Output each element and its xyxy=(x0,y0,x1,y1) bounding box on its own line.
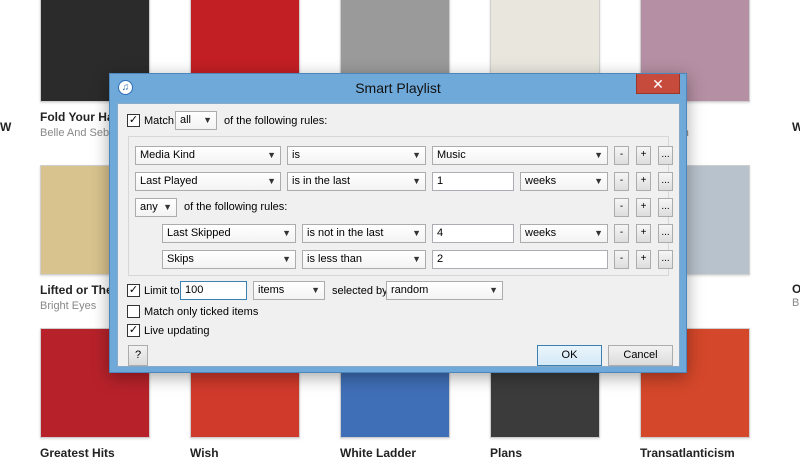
live-updating-label: Live updating xyxy=(144,325,210,337)
remove-rule-button[interactable]: - xyxy=(614,172,629,191)
limit-checkbox[interactable]: ✓ xyxy=(127,284,140,297)
chevron-down-icon: ▼ xyxy=(282,254,291,264)
rule-operator-select[interactable]: is not in the last ▼ xyxy=(302,224,426,243)
add-rule-button[interactable]: + xyxy=(636,224,651,243)
rule-unit-select[interactable]: weeks ▼ xyxy=(520,224,608,243)
rule-operator-value: is in the last xyxy=(292,175,351,187)
chevron-down-icon: ▼ xyxy=(412,228,421,238)
rules-box: Media Kind ▼ is ▼ Music ▼ - + ... Last P… xyxy=(128,136,673,276)
album-title: White Ladder xyxy=(340,446,417,460)
rule-value-select[interactable]: Music ▼ xyxy=(432,146,608,165)
rule-operator-value: is not in the last xyxy=(307,227,384,239)
chevron-down-icon: ▼ xyxy=(267,176,276,186)
nested-rules-label: of the following rules: xyxy=(184,201,288,213)
add-nested-rule-button[interactable]: ... xyxy=(658,146,673,165)
title-bar[interactable]: ♫ Smart Playlist ✕ xyxy=(110,74,686,102)
selected-by-value: random xyxy=(391,284,429,296)
rule-unit-select[interactable]: weeks ▼ xyxy=(520,172,608,191)
add-rule-button[interactable]: + xyxy=(636,250,651,269)
nested-any-all-select[interactable]: any ▼ xyxy=(135,198,177,217)
following-rules-label: of the following rules: xyxy=(224,115,328,127)
rule-value-input[interactable]: 1 xyxy=(432,172,514,191)
chevron-down-icon: ▼ xyxy=(412,150,421,160)
rule-field-select[interactable]: Skips ▼ xyxy=(162,250,296,269)
smart-playlist-dialog: ♫ Smart Playlist ✕ ✓ Match all ▼ of the … xyxy=(109,73,687,373)
rule-unit-value: weeks xyxy=(525,175,557,187)
limit-value-input[interactable]: 100 xyxy=(180,281,247,300)
chevron-down-icon: ▼ xyxy=(412,176,421,186)
cancel-button[interactable]: Cancel xyxy=(608,345,673,366)
rule-operator-value: is less than xyxy=(307,253,363,265)
add-nested-rule-button[interactable]: ... xyxy=(658,250,673,269)
dialog-body: ✓ Match all ▼ of the following rules: Me… xyxy=(117,103,680,367)
live-updating-checkbox[interactable]: ✓ xyxy=(127,324,140,337)
rule-field-value: Skips xyxy=(167,253,194,265)
limit-unit-value: items xyxy=(258,284,285,296)
add-nested-rule-button[interactable]: ... xyxy=(658,224,673,243)
remove-rule-button[interactable]: - xyxy=(614,146,629,165)
match-checkbox[interactable]: ✓ xyxy=(127,114,140,127)
ok-button[interactable]: OK xyxy=(537,345,602,366)
match-ticked-label: Match only ticked items xyxy=(144,306,259,318)
dialog-title: Smart Playlist xyxy=(355,80,441,96)
match-all-any-value: all xyxy=(180,114,192,126)
rule-value: Music xyxy=(437,149,466,161)
chevron-down-icon: ▼ xyxy=(412,254,421,264)
match-label: Match xyxy=(144,115,174,127)
selected-by-select[interactable]: random ▼ xyxy=(386,281,503,300)
close-button[interactable]: ✕ xyxy=(636,74,680,94)
help-button[interactable]: ? xyxy=(128,345,148,366)
rule-field-value: Media Kind xyxy=(140,149,196,161)
edge-album-title: W xyxy=(0,120,12,134)
album-title: Plans xyxy=(490,446,523,460)
chevron-down-icon: ▼ xyxy=(203,115,212,125)
add-rule-button[interactable]: + xyxy=(636,172,651,191)
chevron-down-icon: ▼ xyxy=(311,285,320,295)
rule-field-select[interactable]: Last Played ▼ xyxy=(135,172,281,191)
edge-album-artist: B xyxy=(792,297,800,309)
rule-unit-value: weeks xyxy=(525,227,557,239)
chevron-down-icon: ▼ xyxy=(489,285,498,295)
remove-rule-button[interactable]: - xyxy=(614,224,629,243)
limit-label: Limit to xyxy=(144,285,180,297)
match-all-any-select[interactable]: all ▼ xyxy=(175,111,217,130)
chevron-down-icon: ▼ xyxy=(594,228,603,238)
remove-rule-button[interactable]: - xyxy=(614,198,629,217)
rule-value-input[interactable]: 2 xyxy=(432,250,608,269)
limit-unit-select[interactable]: items ▼ xyxy=(253,281,325,300)
edge-album-title: W xyxy=(792,120,800,134)
rule-operator-value: is xyxy=(292,149,300,161)
chevron-down-icon: ▼ xyxy=(594,176,603,186)
album-title: Transatlanticism xyxy=(640,446,735,460)
add-nested-rule-button[interactable]: ... xyxy=(658,198,673,217)
match-ticked-checkbox[interactable] xyxy=(127,305,140,318)
rule-field-select[interactable]: Media Kind ▼ xyxy=(135,146,281,165)
rule-value-input[interactable]: 4 xyxy=(432,224,514,243)
chevron-down-icon: ▼ xyxy=(267,150,276,160)
rule-operator-select[interactable]: is ▼ xyxy=(287,146,426,165)
album-title: Greatest Hits xyxy=(40,446,115,460)
chevron-down-icon: ▼ xyxy=(282,228,291,238)
chevron-down-icon: ▼ xyxy=(594,150,603,160)
remove-rule-button[interactable]: - xyxy=(614,250,629,269)
album-title: Wish xyxy=(190,446,219,460)
edge-album-title: O xyxy=(792,282,800,296)
rule-field-select[interactable]: Last Skipped ▼ xyxy=(162,224,296,243)
rule-field-value: Last Skipped xyxy=(167,227,231,239)
rule-field-value: Last Played xyxy=(140,175,198,187)
rule-operator-select[interactable]: is in the last ▼ xyxy=(287,172,426,191)
add-nested-rule-button[interactable]: ... xyxy=(658,172,673,191)
add-rule-button[interactable]: + xyxy=(636,146,651,165)
nested-any-all-value: any xyxy=(140,201,158,213)
chevron-down-icon: ▼ xyxy=(163,202,172,212)
add-rule-button[interactable]: + xyxy=(636,198,651,217)
selected-by-label: selected by xyxy=(332,285,388,297)
rule-operator-select[interactable]: is less than ▼ xyxy=(302,250,426,269)
